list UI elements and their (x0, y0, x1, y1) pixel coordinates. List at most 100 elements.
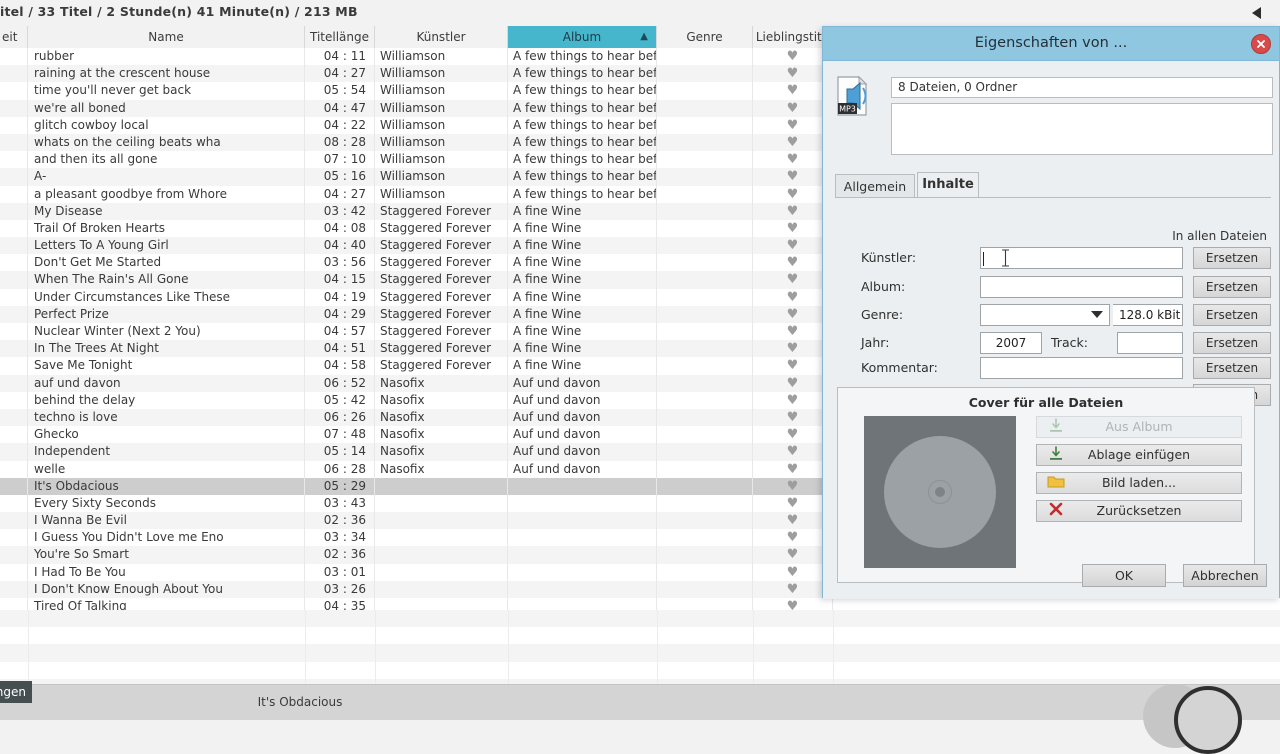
favorite-heart-icon[interactable]: ♥ (753, 133, 833, 152)
cell-genre (657, 288, 753, 306)
comment-replace-button[interactable]: Ersetzen (1193, 357, 1271, 379)
ok-button[interactable]: OK (1082, 564, 1166, 587)
field-row-comment: Kommentar: Ersetzen (835, 357, 1271, 381)
column-header-name[interactable]: Name (28, 26, 305, 48)
cover-button-ablage-einfuegen[interactable]: Ablage einfügen (1036, 444, 1242, 466)
favorite-heart-icon[interactable]: ♥ (753, 357, 833, 375)
cover-button-label: Aus Album (1105, 419, 1173, 434)
close-icon[interactable] (1251, 34, 1271, 54)
favorite-heart-icon[interactable]: ♥ (753, 374, 833, 392)
cell-artist: Nasofix (375, 391, 508, 409)
cd-center-hole (935, 487, 945, 497)
file-comment-field[interactable] (891, 103, 1273, 155)
favorite-heart-icon[interactable]: ♥ (753, 563, 833, 581)
favorite-heart-icon[interactable]: ♥ (753, 82, 833, 100)
favorite-heart-icon[interactable]: ♥ (753, 408, 833, 427)
favorite-heart-icon[interactable]: ♥ (753, 340, 833, 358)
cell-length: 04 : 47 (305, 99, 375, 117)
favorite-heart-icon[interactable]: ♥ (753, 288, 833, 306)
favorite-heart-icon[interactable]: ♥ (753, 271, 833, 289)
favorite-heart-icon[interactable]: ♥ (753, 426, 833, 444)
cell-name: Every Sixty Seconds (28, 494, 305, 513)
triangle-left-icon[interactable] (1246, 3, 1268, 23)
cell-artist: Williamson (375, 185, 508, 203)
album-replace-button[interactable]: Ersetzen (1193, 276, 1271, 298)
favorite-heart-icon[interactable]: ♥ (753, 443, 833, 461)
genre-replace-button[interactable]: Ersetzen (1193, 304, 1271, 326)
row-gutter (0, 202, 28, 220)
cell-artist: Staggered Forever (375, 237, 508, 255)
cell-album: A few things to hear bef... (508, 133, 657, 152)
field-row-year: Jahr: 2007 Track: Ersetzen (835, 332, 1271, 356)
tab-inhalte[interactable]: Inhalte (917, 172, 979, 198)
cell-genre (657, 99, 753, 117)
cell-name: Nuclear Winter (Next 2 You) (28, 323, 305, 341)
column-header-length[interactable]: Titellänge (305, 26, 375, 48)
favorite-heart-icon[interactable]: ♥ (753, 254, 833, 272)
player-dial[interactable] (1174, 686, 1242, 754)
comment-input[interactable] (980, 357, 1183, 379)
favorite-heart-icon[interactable]: ♥ (753, 546, 833, 564)
favorite-heart-icon[interactable]: ♥ (753, 580, 833, 598)
favorite-heart-icon[interactable]: ♥ (753, 99, 833, 117)
favorite-heart-icon[interactable]: ♥ (753, 598, 833, 610)
column-header-album[interactable]: Album ▲ (508, 26, 657, 48)
cell-filler (833, 598, 1280, 610)
table-row[interactable]: Tired Of Talking 04 : 35 ♥ (0, 598, 1280, 610)
empty-cell (375, 644, 509, 662)
cell-genre (657, 151, 753, 169)
favorite-heart-icon[interactable]: ♥ (753, 48, 833, 66)
cell-album: Auf und davon (508, 374, 657, 392)
empty-cell (753, 610, 834, 628)
favorite-heart-icon[interactable]: ♥ (753, 168, 833, 186)
row-gutter (0, 168, 28, 186)
favorite-heart-icon[interactable]: ♥ (753, 202, 833, 220)
favorite-heart-icon[interactable]: ♥ (753, 116, 833, 134)
favorite-heart-icon[interactable]: ♥ (753, 323, 833, 341)
cover-button-label: Bild laden... (1101, 475, 1177, 490)
column-header-favorite[interactable]: Lieblingstite (753, 26, 833, 48)
file-summary-field[interactable]: 8 Dateien, 0 Ordner (891, 77, 1273, 98)
cell-genre (657, 460, 753, 478)
favorite-heart-icon[interactable]: ♥ (753, 151, 833, 169)
favorite-heart-icon[interactable]: ♥ (753, 391, 833, 409)
column-header-gutter[interactable]: eit (0, 26, 28, 48)
favorite-heart-icon[interactable]: ♥ (753, 494, 833, 513)
cell-length: 04 : 27 (305, 185, 375, 203)
genre-select[interactable] (980, 304, 1110, 326)
album-input[interactable] (980, 276, 1183, 298)
cell-artist (375, 512, 508, 530)
favorite-heart-icon[interactable]: ♥ (753, 529, 833, 547)
year-input[interactable]: 2007 (980, 332, 1042, 354)
cancel-button[interactable]: Abbrechen (1183, 564, 1267, 587)
favorite-heart-icon[interactable]: ♥ (753, 237, 833, 255)
favorite-heart-icon[interactable]: ♥ (753, 219, 833, 238)
cell-genre (657, 529, 753, 547)
cell-length: 04 : 27 (305, 65, 375, 83)
favorite-heart-icon[interactable]: ♥ (753, 460, 833, 478)
cell-album: A few things to hear bef... (508, 116, 657, 134)
favorite-heart-icon[interactable]: ♥ (753, 65, 833, 83)
cell-genre (657, 512, 753, 530)
favorite-heart-icon[interactable]: ♥ (753, 185, 833, 203)
favorite-heart-icon[interactable]: ♥ (753, 512, 833, 530)
cell-name: Don't Get Me Started (28, 254, 305, 272)
empty-cell (657, 610, 754, 628)
column-header-artist[interactable]: Künstler (375, 26, 508, 48)
cover-button-zuruecksetzen[interactable]: Zurücksetzen (1036, 500, 1242, 522)
favorite-heart-icon[interactable]: ♥ (753, 477, 833, 495)
cell-album: A fine Wine (508, 254, 657, 272)
cd-placeholder-image[interactable] (864, 416, 1016, 568)
favorite-heart-icon[interactable]: ♥ (753, 305, 833, 323)
column-header-genre[interactable]: Genre (657, 26, 753, 48)
track-input[interactable] (1117, 332, 1183, 354)
year-replace-button[interactable]: Ersetzen (1193, 332, 1271, 354)
artist-input[interactable] (980, 247, 1183, 269)
cell-artist: Williamson (375, 168, 508, 186)
cell-name: I Had To Be You (28, 563, 305, 581)
artist-replace-button[interactable]: Ersetzen (1193, 247, 1271, 269)
cover-button-bild-laden[interactable]: Bild laden... (1036, 472, 1242, 494)
cell-genre (657, 340, 753, 358)
tab-allgemein[interactable]: Allgemein (835, 174, 915, 198)
empty-cell (657, 661, 754, 679)
